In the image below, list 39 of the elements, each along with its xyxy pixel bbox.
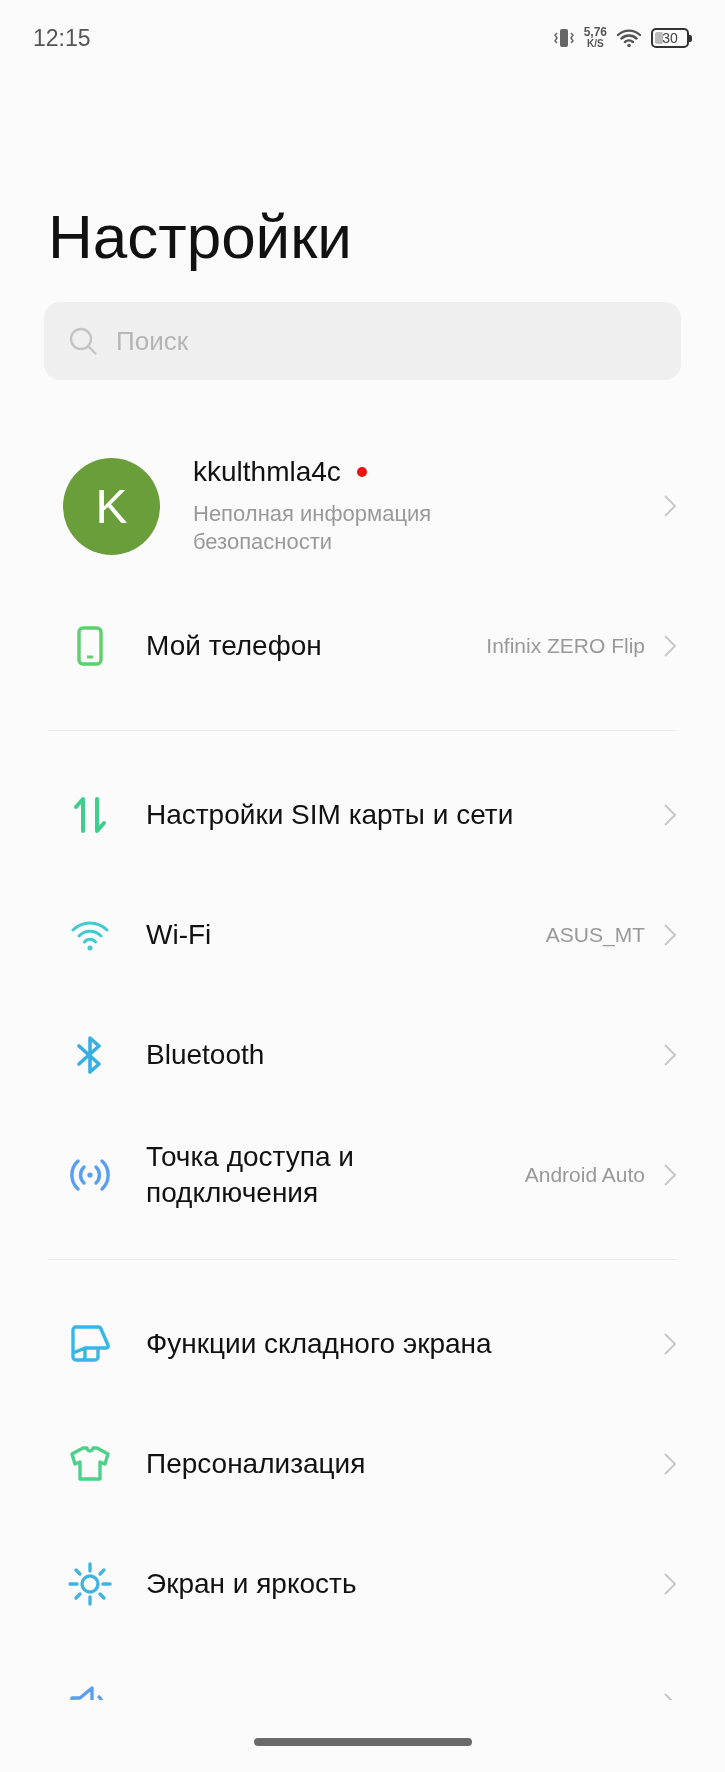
- settings-item[interactable]: Функции складного экрана: [0, 1284, 725, 1404]
- battery-icon: 30: [651, 28, 689, 48]
- up-down-arrows-icon: [72, 796, 108, 834]
- item-label: Мой телефон: [146, 629, 323, 663]
- sun-icon: [68, 1562, 112, 1606]
- item-value: ASUS_MT: [545, 923, 645, 947]
- item-label: Bluetooth: [146, 1038, 266, 1072]
- t-shirt-icon: [69, 1445, 111, 1483]
- item-label: Wi-Fi: [146, 918, 213, 952]
- speed-unit: K/S: [587, 38, 604, 50]
- phone-icon: [77, 626, 103, 666]
- folding-screen-icon: [69, 1324, 111, 1364]
- wifi-icon: [617, 28, 641, 48]
- page-title: Настройки: [48, 201, 353, 273]
- home-indicator[interactable]: [253, 1738, 472, 1746]
- status-time: 12:15: [33, 24, 91, 52]
- network-speed: 5,76: [583, 26, 607, 38]
- settings-item[interactable]: Персонализация: [0, 1404, 725, 1524]
- settings-item[interactable]: Wi-Fi ASUS_MT: [0, 875, 725, 995]
- hotspot-icon: [68, 1158, 112, 1192]
- settings-item[interactable]: Мой телефон Infinix ZERO Flip: [0, 586, 725, 706]
- wifi-icon: [71, 919, 109, 951]
- account-row[interactable]: K kkulthmla4c Неполная информация безопасности: [0, 436, 725, 576]
- item-label: Персонализация: [146, 1447, 367, 1481]
- settings-item[interactable]: Bluetooth: [0, 995, 725, 1115]
- item-value: Android Auto: [524, 1163, 645, 1187]
- item-value: Infinix ZERO Flip: [486, 634, 645, 658]
- avatar: K: [63, 457, 160, 555]
- account-subtitle: Неполная информация безопасности: [193, 500, 433, 556]
- search-field[interactable]: Поиск: [44, 302, 681, 380]
- vibrate-icon: [553, 27, 574, 49]
- settings-item[interactable]: Настройки SIM карты и сети: [0, 755, 725, 875]
- account-name: kkulthmla4c: [193, 456, 341, 488]
- item-label: Точка доступа и подключения: [146, 1140, 355, 1210]
- settings-item[interactable]: Экран и яркость: [0, 1524, 725, 1644]
- item-label: Функции складного экрана: [146, 1327, 493, 1361]
- settings-item[interactable]: Точка доступа и подключения Android Auto: [0, 1115, 725, 1235]
- item-label: Экран и яркость: [146, 1567, 358, 1601]
- item-label: Настройки SIM карты и сети: [146, 798, 515, 832]
